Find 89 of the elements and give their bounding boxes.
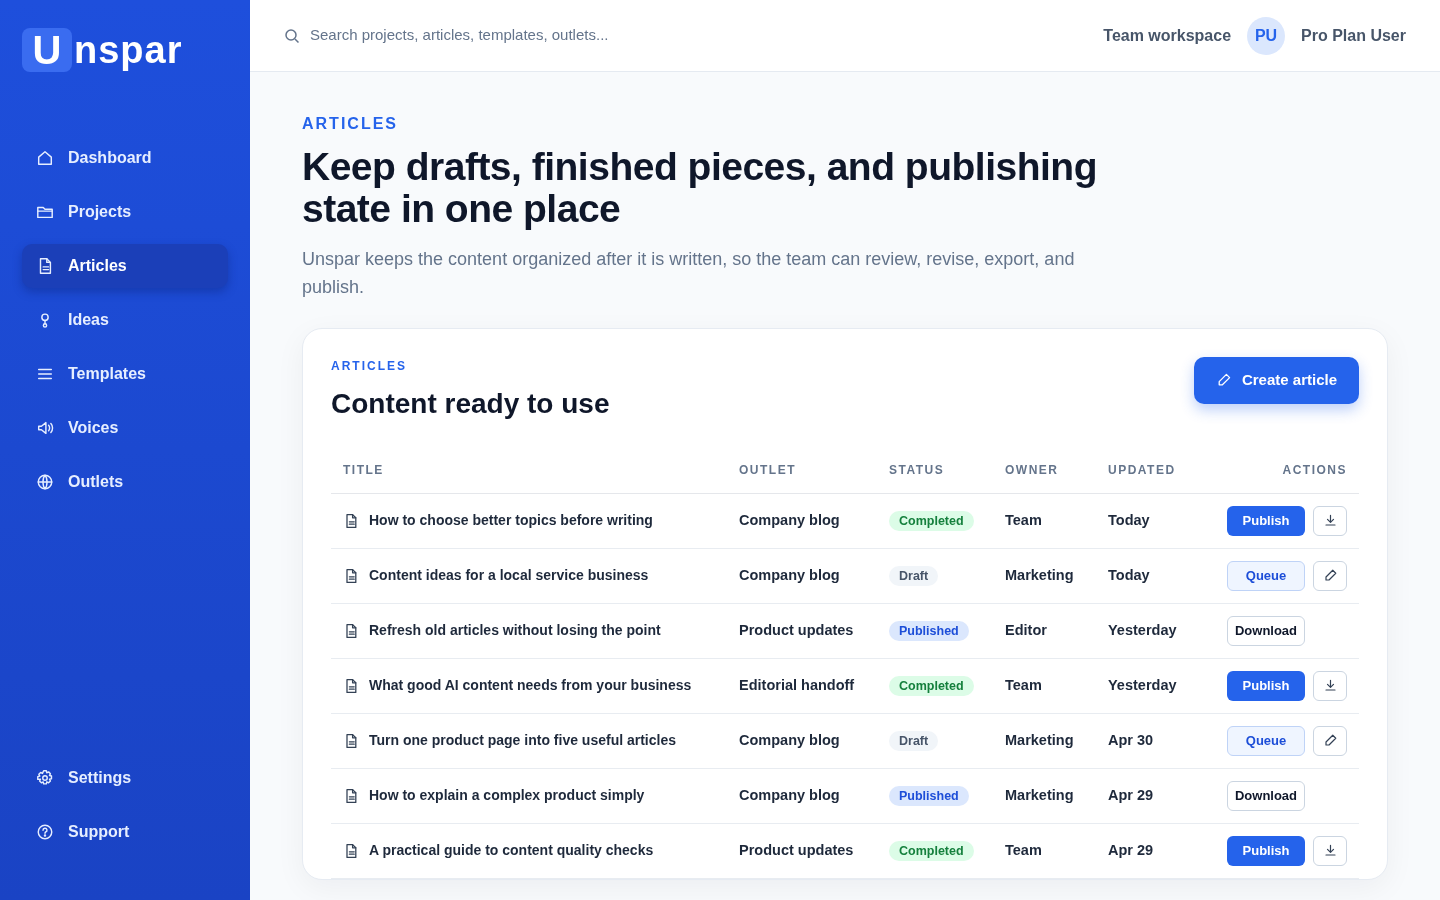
edit-button[interactable] [1313,560,1347,591]
column-header: OWNER [1005,462,1059,477]
sidebar-item[interactable]: Templates [22,352,228,396]
document-icon [343,622,359,639]
outlet-cell: Editorial handoff [739,676,855,693]
owner-cell: Team [1005,841,1042,858]
status-badge: Draft [889,730,939,751]
search-icon [284,27,300,44]
sidebar-item[interactable]: Outlets [22,460,228,504]
article-title[interactable]: Turn one product page into five useful articles [369,730,676,751]
column-header: OUTLET [739,462,796,477]
article-title[interactable]: Refresh old articles without losing the point [369,620,661,641]
logo-mark: U [22,28,72,72]
sidebar-item[interactable]: Articles [22,244,228,288]
document-icon [343,677,359,694]
page-eyebrow: ARTICLES [302,114,399,134]
pencil-icon [1322,568,1338,583]
sidebar-item[interactable]: Support [22,810,228,854]
help-icon [36,823,54,841]
article-title[interactable]: What good AI content needs from your business [369,675,692,696]
download-button[interactable] [1313,505,1347,536]
owner-cell: Team [1005,676,1042,693]
publish-button[interactable]: Publish [1227,505,1305,536]
article-title[interactable]: How to choose better topics before writing [369,510,653,531]
outlet-cell: Company blog [739,786,840,803]
download-button[interactable] [1313,835,1347,866]
speaker-icon [36,419,54,437]
updated-cell: Yesterday [1108,676,1177,693]
card-eyebrow: ARTICLES [331,358,408,375]
card-title: Content ready to use [331,387,610,421]
outlet-cell: Company blog [739,731,840,748]
document-icon [343,567,359,584]
outlet-cell: Product updates [739,841,854,858]
user-name[interactable]: Pro Plan User [1301,23,1406,48]
status-badge: Completed [889,675,974,696]
column-header: ACTIONS [1282,462,1347,477]
create-article-button[interactable]: Create article [1193,357,1359,404]
updated-cell: Today [1108,566,1150,583]
owner-cell: Team [1005,511,1042,528]
workspace-label[interactable]: Team workspace [1103,23,1232,48]
publish-button[interactable]: Publish [1227,670,1305,701]
sidebar-item[interactable]: Dashboard [22,136,228,180]
column-header: UPDATED [1108,462,1176,477]
outlet-cell: Product updates [739,621,854,638]
owner-cell: Marketing [1005,786,1074,803]
home-icon [36,149,54,167]
updated-cell: Apr 29 [1108,786,1154,803]
publish-button[interactable]: Publish [1227,835,1305,866]
updated-cell: Yesterday [1108,621,1177,638]
document-icon [343,787,359,804]
document-icon [343,842,359,859]
page-title: Keep drafts, finished pieces, and publishing state in one place [302,146,1098,231]
article-title[interactable]: Content ideas for a local service business [369,565,649,586]
settings-icon [36,769,54,787]
status-badge: Draft [889,565,939,586]
column-header: STATUS [889,462,945,477]
download-button[interactable]: Download [1227,615,1305,646]
logo-text: nspar [74,31,183,69]
sidebar-item[interactable]: Projects [22,190,228,234]
article-title[interactable]: A practical guide to content quality checks [369,840,654,861]
status-badge: Published [889,785,969,806]
sidebar-item[interactable]: Settings [22,756,228,800]
globe-icon [36,473,54,491]
pencil-icon [1322,733,1338,748]
updated-cell: Today [1108,511,1150,528]
download-button[interactable]: Download [1227,780,1305,811]
outlet-cell: Company blog [739,566,840,583]
owner-cell: Marketing [1005,731,1074,748]
status-badge: Completed [889,840,974,861]
owner-cell: Marketing [1005,566,1074,583]
edit-button[interactable] [1313,725,1347,756]
status-badge: Completed [889,510,974,531]
download-button[interactable] [1313,670,1347,701]
search-field[interactable]: Search projects, articles, templates, outlets... [308,23,728,48]
document-icon [343,512,359,529]
owner-cell: Editor [1005,621,1047,638]
updated-cell: Apr 29 [1108,841,1154,858]
article-title[interactable]: How to explain a complex product simply [369,785,645,806]
user-avatar[interactable]: PU [1247,16,1286,55]
updated-cell: Apr 30 [1108,731,1154,748]
sidebar-item[interactable]: Voices [22,406,228,450]
document-icon [343,732,359,749]
queue-button[interactable]: Queue [1227,725,1305,756]
outlet-cell: Company blog [739,511,840,528]
page-subtitle: Unspar keeps the content organized after it is written, so the team can review, revise, export, and publish. [302,248,1076,300]
status-badge: Published [889,620,969,641]
queue-button[interactable]: Queue [1227,560,1305,591]
sidebar-item[interactable]: Ideas [22,298,228,342]
column-header: TITLE [343,462,384,477]
